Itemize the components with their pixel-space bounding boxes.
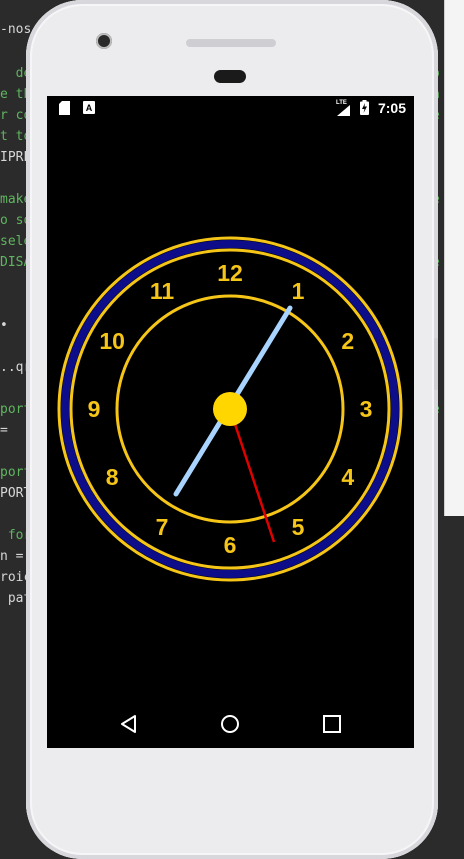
hour-number: 4 bbox=[341, 464, 354, 490]
hour-number: 9 bbox=[88, 396, 101, 422]
hour-number: 1 bbox=[292, 278, 305, 304]
navigation-bar bbox=[47, 700, 414, 748]
hour-number: 10 bbox=[99, 328, 125, 354]
hour-number: 6 bbox=[224, 532, 237, 558]
proximity-sensor bbox=[214, 70, 246, 83]
hour-number: 5 bbox=[292, 514, 305, 540]
analog-clock: 121234567891011 bbox=[57, 236, 403, 582]
phone-screen: A LTE 7:05 12 1 2 3 4 5 6 7 8 9 10 11 bbox=[47, 96, 414, 748]
clock-center-cap bbox=[213, 392, 247, 426]
side-panel bbox=[444, 0, 464, 516]
code-line: • bbox=[0, 318, 8, 333]
code-line: -nos bbox=[0, 22, 32, 37]
hour-number: 8 bbox=[106, 464, 119, 490]
code-line: = bbox=[0, 423, 16, 438]
home-icon[interactable] bbox=[220, 714, 240, 738]
volume-button bbox=[434, 338, 438, 390]
code-line: n = bbox=[0, 549, 24, 564]
back-icon[interactable] bbox=[119, 714, 139, 738]
hour-number: 2 bbox=[341, 328, 354, 354]
camera-icon bbox=[96, 33, 112, 49]
recents-icon[interactable] bbox=[323, 715, 341, 737]
hour-number: 3 bbox=[360, 396, 373, 422]
hour-number: 11 bbox=[150, 278, 175, 304]
speaker-grille bbox=[186, 39, 276, 47]
hour-number: 7 bbox=[156, 514, 169, 540]
hour-number: 12 bbox=[217, 260, 243, 286]
